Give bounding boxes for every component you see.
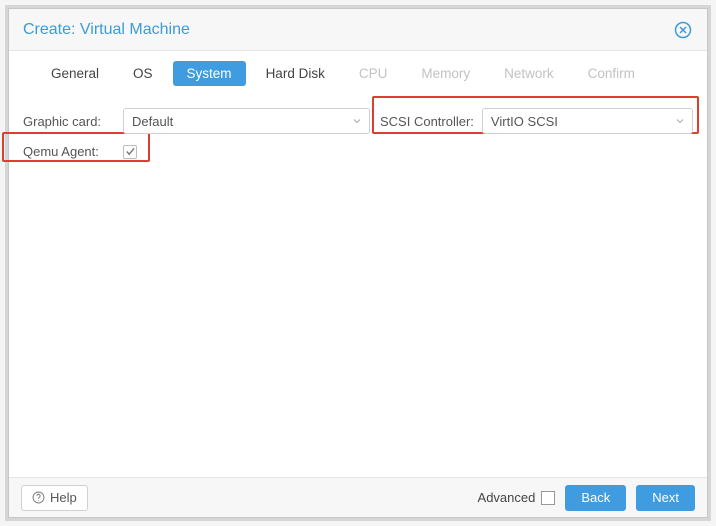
tab-general[interactable]: General [37, 61, 113, 86]
graphic-card-label: Graphic card: [23, 114, 115, 129]
title-bar: Create: Virtual Machine [9, 9, 707, 51]
tab-network: Network [490, 61, 568, 86]
chevron-down-icon [674, 115, 686, 127]
chevron-down-icon [351, 115, 363, 127]
advanced-label: Advanced [478, 490, 536, 505]
tab-confirm: Confirm [574, 61, 649, 86]
graphic-card-select[interactable]: Default [123, 108, 370, 134]
right-column: SCSI Controller: VirtIO SCSI [380, 102, 693, 159]
next-button[interactable]: Next [636, 485, 695, 511]
scsi-controller-label: SCSI Controller: [380, 114, 474, 129]
qemu-agent-label: Qemu Agent: [23, 144, 115, 159]
close-button[interactable] [673, 20, 693, 40]
scsi-controller-field: SCSI Controller: VirtIO SCSI [380, 108, 693, 134]
tab-os[interactable]: OS [119, 61, 167, 86]
scsi-controller-value: VirtIO SCSI [491, 114, 558, 129]
tab-system[interactable]: System [173, 61, 246, 86]
help-label: Help [50, 490, 77, 505]
dialog-footer: Help Advanced Back Next [9, 477, 707, 517]
wizard-tabs: General OS System Hard Disk CPU Memory N… [9, 51, 707, 96]
check-icon [125, 146, 136, 157]
help-button[interactable]: Help [21, 485, 88, 511]
tab-cpu: CPU [345, 61, 402, 86]
dialog-title: Create: Virtual Machine [23, 21, 190, 39]
advanced-toggle: Advanced [478, 490, 556, 505]
qemu-agent-checkbox[interactable] [123, 145, 137, 159]
left-column: Graphic card: Default Qemu Agent: [23, 102, 370, 159]
back-label: Back [581, 490, 610, 505]
scsi-controller-select[interactable]: VirtIO SCSI [482, 108, 693, 134]
close-icon [674, 21, 692, 39]
qemu-agent-field: Qemu Agent: [23, 144, 370, 159]
help-icon [32, 491, 45, 504]
form-row: Graphic card: Default Qemu Agent: [23, 102, 693, 159]
form-body: Graphic card: Default Qemu Agent: [9, 96, 707, 477]
tab-memory: Memory [407, 61, 484, 86]
graphic-card-value: Default [132, 114, 173, 129]
graphic-card-field: Graphic card: Default [23, 108, 370, 134]
create-vm-dialog: Create: Virtual Machine General OS Syste… [8, 8, 708, 518]
tab-hard-disk[interactable]: Hard Disk [252, 61, 339, 86]
next-label: Next [652, 490, 679, 505]
advanced-checkbox[interactable] [541, 491, 555, 505]
back-button[interactable]: Back [565, 485, 626, 511]
